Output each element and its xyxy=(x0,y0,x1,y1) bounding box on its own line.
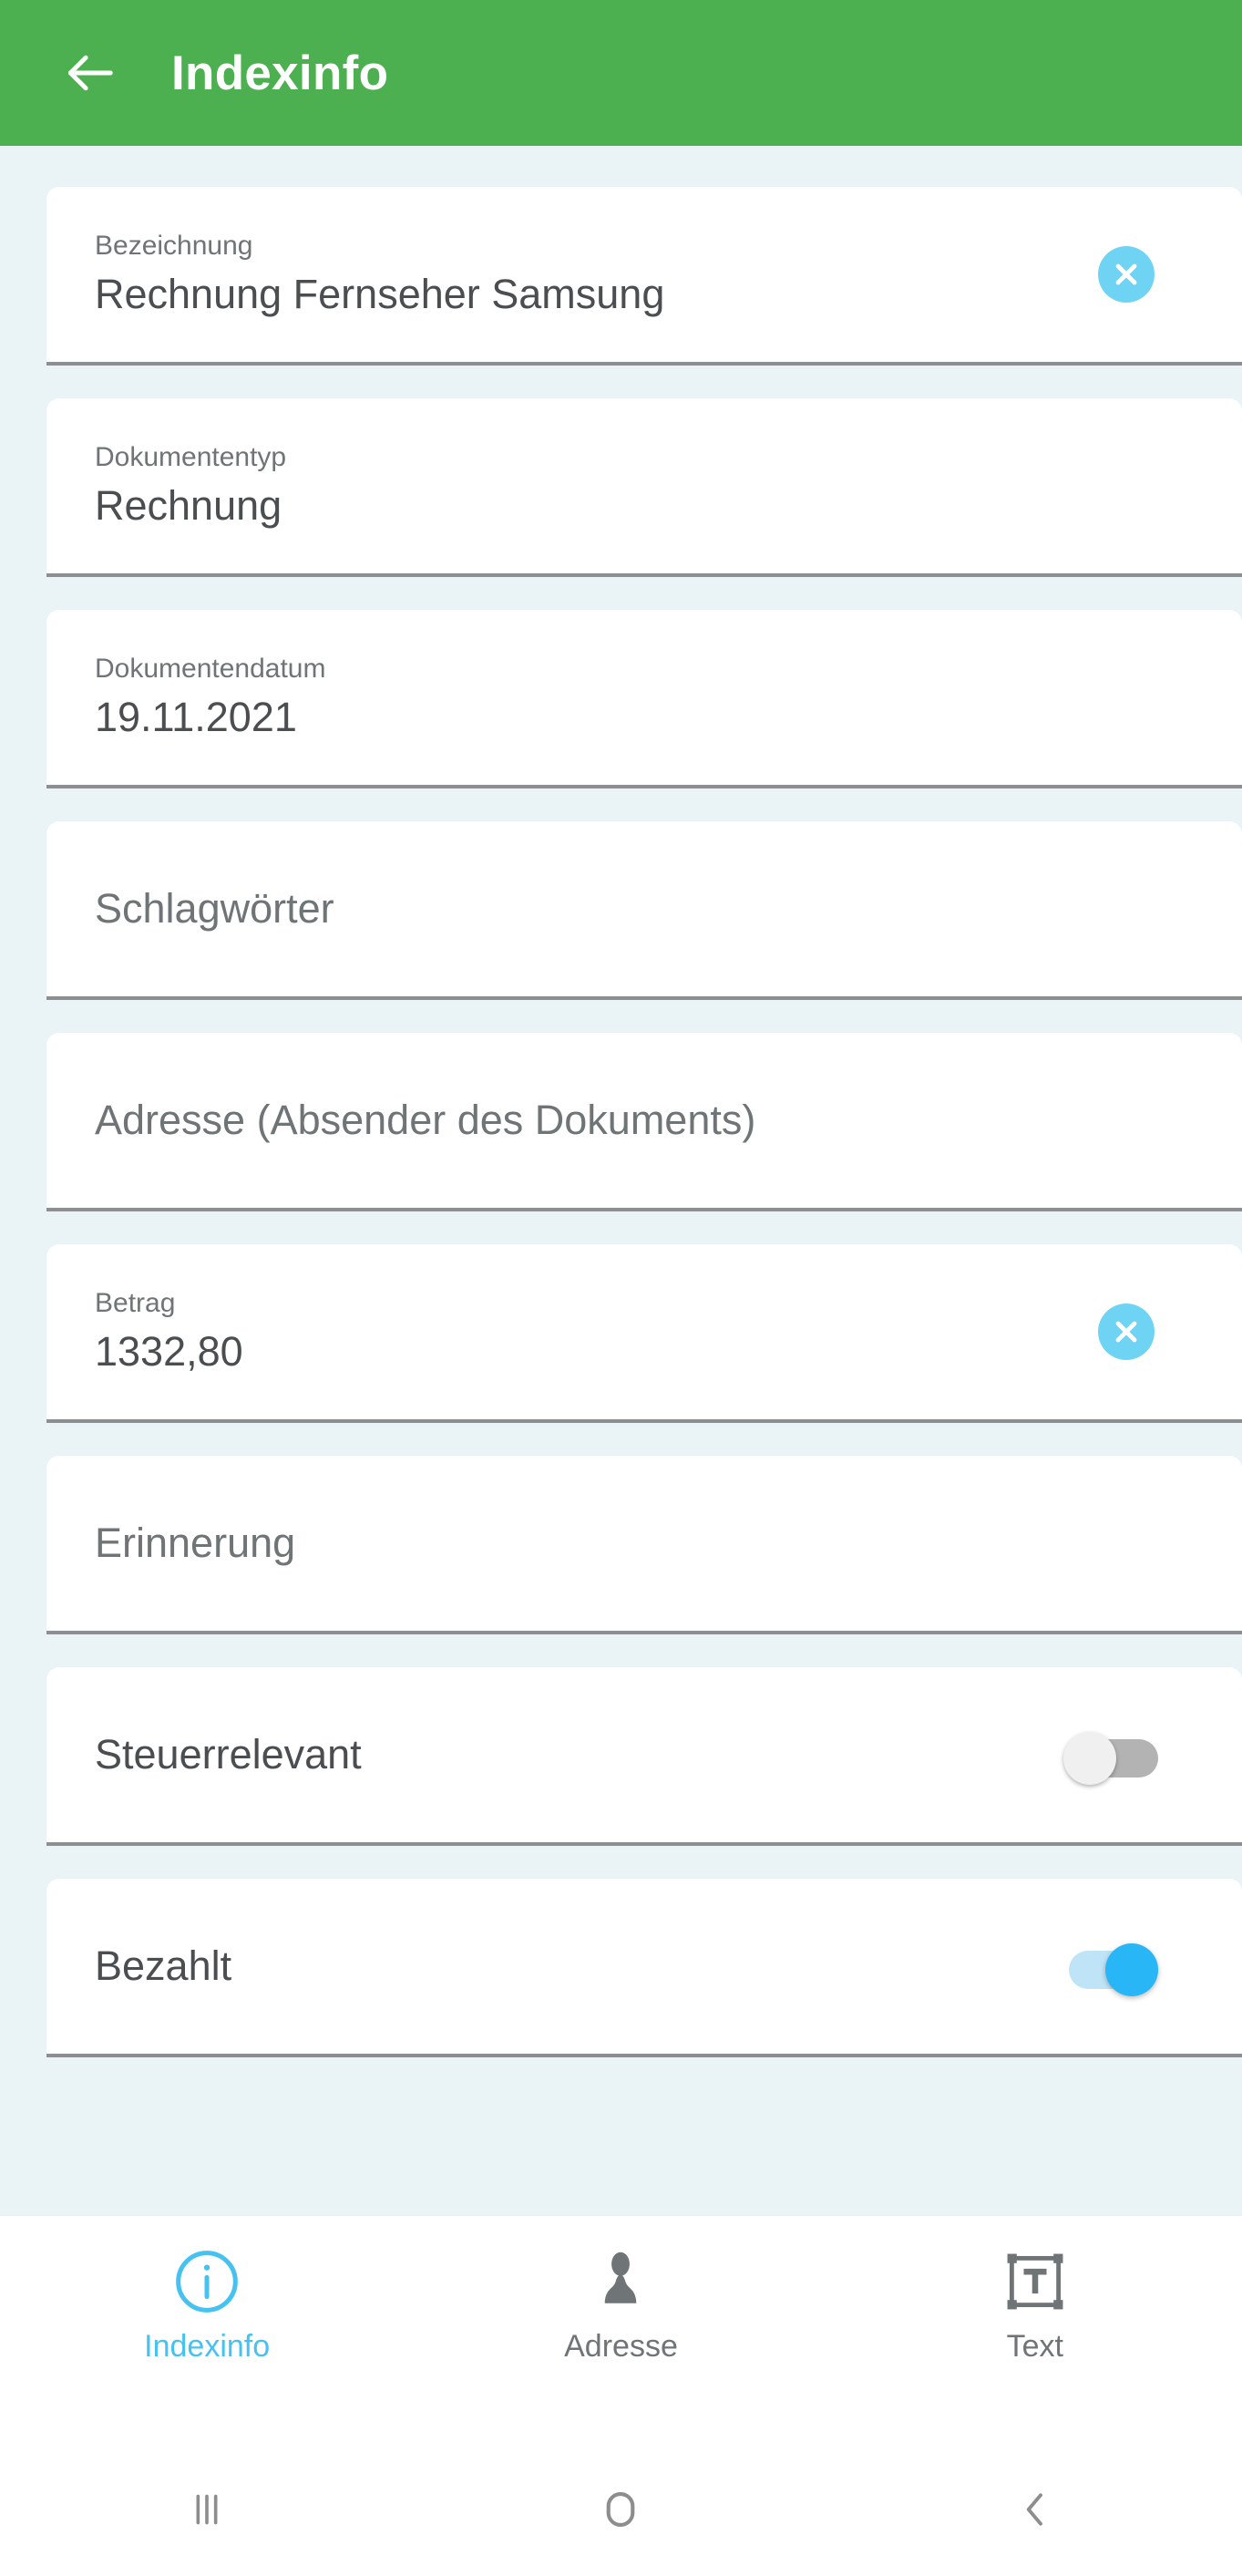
switch-thumb xyxy=(1105,1943,1158,1996)
field-value: Rechnung Fernseher Samsung xyxy=(95,270,665,317)
indexinfo-form: Bezeichnung Rechnung Fernseher Samsung D… xyxy=(0,146,1242,2215)
clear-circle-icon xyxy=(1110,258,1143,291)
arrow-left-icon xyxy=(61,45,118,101)
tab-label: Indexinfo xyxy=(144,2329,271,2364)
app-screen: Indexinfo Bezeichnung Rechnung Fernseher… xyxy=(0,0,1242,2576)
person-icon xyxy=(590,2240,652,2324)
back-button[interactable] xyxy=(35,18,144,128)
field-value: 1332,80 xyxy=(95,1327,243,1375)
field-dokumententyp[interactable]: Dokumententyp Rechnung xyxy=(46,398,1242,577)
field-bezahlt[interactable]: Bezahlt xyxy=(46,1879,1242,2057)
clear-betrag-button[interactable] xyxy=(1098,1303,1155,1360)
system-navigation-bar xyxy=(0,2443,1242,2576)
field-label: Dokumententyp xyxy=(95,442,287,473)
field-steuerrelevant[interactable]: Steuerrelevant xyxy=(46,1667,1242,1846)
info-circle-icon xyxy=(170,2240,243,2324)
tab-text[interactable]: Text xyxy=(828,2240,1242,2365)
field-dokumentendatum[interactable]: Dokumentendatum 19.11.2021 xyxy=(46,610,1242,788)
page-title: Indexinfo xyxy=(171,46,389,100)
field-betrag[interactable]: Betrag 1332,80 xyxy=(46,1244,1242,1423)
back-button-system[interactable] xyxy=(828,2483,1242,2536)
field-erinnerung[interactable]: Erinnerung xyxy=(46,1456,1242,1634)
field-placeholder: Schlagwörter xyxy=(95,885,334,933)
back-chevron-icon xyxy=(1011,2483,1059,2536)
tab-indexinfo[interactable]: Indexinfo xyxy=(0,2240,414,2365)
bezahlt-switch[interactable] xyxy=(1063,1943,1158,1996)
field-bezeichnung[interactable]: Bezeichnung Rechnung Fernseher Samsung xyxy=(46,187,1242,366)
recents-icon xyxy=(180,2483,233,2536)
field-label: Dokumentendatum xyxy=(95,654,326,685)
tab-label: Text xyxy=(1006,2329,1063,2364)
clear-circle-icon xyxy=(1110,1315,1143,1348)
tab-adresse[interactable]: Adresse xyxy=(414,2240,827,2365)
field-value: 19.11.2021 xyxy=(95,693,297,740)
field-placeholder: Erinnerung xyxy=(95,1520,296,1567)
home-icon xyxy=(597,2483,644,2536)
app-bar: Indexinfo xyxy=(0,0,1242,146)
field-value: Rechnung xyxy=(95,481,282,529)
home-button[interactable] xyxy=(414,2483,827,2536)
tab-label: Adresse xyxy=(564,2329,678,2364)
field-placeholder: Adresse (Absender des Dokuments) xyxy=(95,1097,756,1144)
steuerrelevant-switch[interactable] xyxy=(1063,1732,1158,1785)
switch-thumb xyxy=(1063,1732,1116,1785)
field-adresse[interactable]: Adresse (Absender des Dokuments) xyxy=(46,1033,1242,1211)
clear-bezeichnung-button[interactable] xyxy=(1098,246,1155,303)
field-label: Bezeichnung xyxy=(95,231,253,262)
toggle-label: Steuerrelevant xyxy=(95,1731,362,1777)
recents-button[interactable] xyxy=(0,2483,414,2536)
text-box-icon xyxy=(1001,2240,1069,2324)
field-label: Betrag xyxy=(95,1288,176,1319)
toggle-label: Bezahlt xyxy=(95,1942,232,1989)
bottom-tab-bar: Indexinfo Adresse Text xyxy=(0,2215,1242,2443)
field-schlagwoerter[interactable]: Schlagwörter xyxy=(46,821,1242,1000)
